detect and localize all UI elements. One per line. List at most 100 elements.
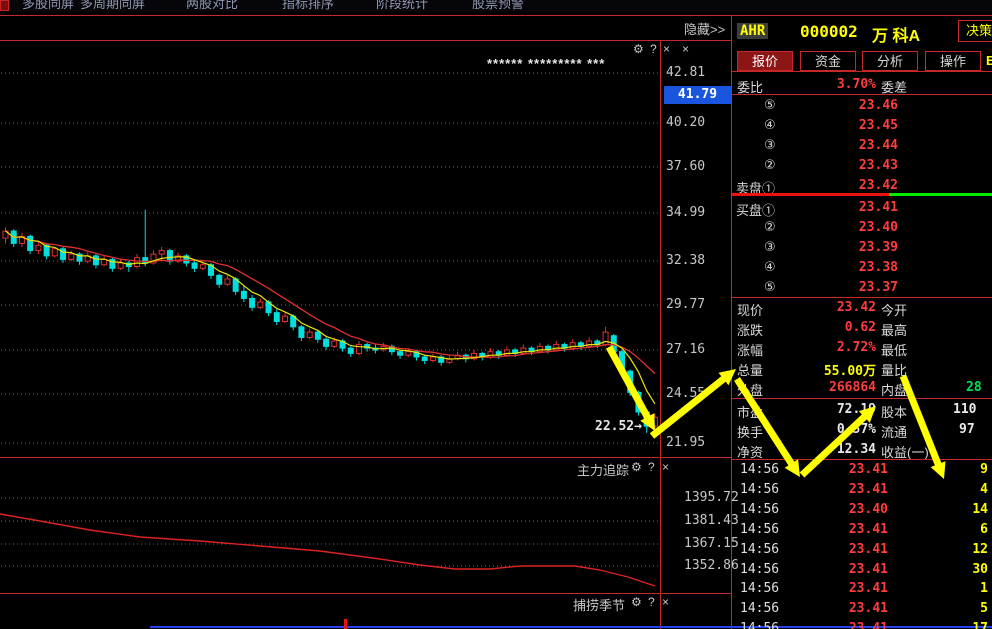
tick-time: 14:56	[740, 462, 779, 477]
bid-label: 买盘①	[736, 200, 775, 219]
stat-label2: 股本	[881, 402, 907, 421]
price-axis-label: 42.81	[666, 65, 705, 80]
divider	[0, 40, 731, 41]
divider	[732, 94, 992, 95]
tracker-axis-label: 1381.43	[684, 513, 739, 528]
tab-4[interactable]: 操作	[925, 51, 981, 71]
ask-price: 23.44	[820, 138, 898, 153]
divider	[732, 297, 992, 298]
price-axis-label: 32.38	[666, 253, 705, 268]
tracker-axis-label: 1395.72	[684, 490, 739, 505]
stat-label2: 流通	[881, 422, 907, 441]
tab-partial[interactable]: E	[986, 53, 992, 68]
help-icon[interactable]: ?	[648, 460, 655, 474]
bid-level-num: ②	[764, 220, 776, 235]
bid-price: 23.41	[820, 200, 898, 215]
menu-item[interactable]: 指标排序	[282, 0, 334, 11]
ask-price: 23.45	[820, 118, 898, 133]
menu-item[interactable]: 多股同屏	[22, 0, 74, 11]
tracker-axis-label: 1367.15	[684, 536, 739, 551]
gear-icon[interactable]: ⚙	[633, 42, 644, 56]
price-axis-label: 27.16	[666, 342, 705, 357]
tracker-panel-title: 主力追踪	[577, 460, 629, 479]
ask-price: 23.43	[820, 158, 898, 173]
bid-level-num: ④	[764, 260, 776, 275]
tab-1[interactable]: 报价	[737, 51, 793, 71]
stat-label2: 内盘	[881, 380, 907, 399]
window-corner-icon	[0, 0, 9, 11]
stat-value: 12.34	[790, 442, 876, 457]
stat-label: 总量	[737, 360, 763, 379]
gear-icon[interactable]: ⚙	[631, 460, 642, 474]
bid-level-num: ③	[764, 240, 776, 255]
price-badge: 41.79	[664, 86, 731, 104]
divider	[732, 398, 992, 399]
tick-time: 14:56	[740, 542, 779, 557]
divider	[732, 459, 992, 460]
ask-level-num: ③	[764, 138, 776, 153]
tick-volume: 5	[940, 601, 988, 616]
menu-bar: 多股同屏多周期同屏 两股对比 指标排序 阶段统计 股票预警	[0, 0, 992, 11]
price-axis-label: 40.20	[666, 115, 705, 130]
weibi-value: 3.70%	[790, 77, 876, 92]
menu-item[interactable]: 多周期同屏	[80, 0, 145, 11]
ask-price: 23.46	[820, 98, 898, 113]
stat-label2: 最低	[881, 340, 907, 359]
stat-value: 72.19	[790, 402, 876, 417]
sell-ratio-bar	[732, 193, 889, 196]
stat-value: 266864	[790, 380, 876, 395]
axis-close-icon[interactable]: ×	[682, 42, 689, 56]
stock-name: 万 科A	[872, 22, 920, 46]
bid-price: 23.37	[820, 280, 898, 295]
stat-value2: 28	[966, 380, 982, 395]
divider	[0, 593, 731, 594]
tick-volume: 4	[940, 482, 988, 497]
tick-time: 14:56	[740, 601, 779, 616]
divider	[0, 457, 731, 458]
stat-value: 23.42	[790, 300, 876, 315]
menu-item[interactable]: 两股对比	[186, 0, 238, 11]
stat-value: 0.57%	[790, 422, 876, 437]
menu-item[interactable]: 股票预警	[472, 0, 524, 11]
ask-price: 23.42	[820, 178, 898, 193]
close-icon[interactable]: ×	[662, 595, 669, 609]
price-axis-label: 24.55	[666, 386, 705, 401]
close-icon[interactable]: ×	[662, 460, 669, 474]
low-price-annotation: 22.52→	[595, 419, 642, 434]
buy-ratio-bar	[889, 193, 992, 196]
close-icon[interactable]: ×	[663, 42, 670, 56]
price-axis-label: 34.99	[666, 205, 705, 220]
tick-price: 23.40	[840, 502, 888, 517]
price-axis-label: 29.77	[666, 297, 705, 312]
tracker-axis-label: 1352.86	[684, 558, 739, 573]
tick-price: 23.41	[840, 601, 888, 616]
gear-icon[interactable]: ⚙	[631, 595, 642, 609]
price-axis-label: 21.95	[666, 435, 705, 450]
tick-time: 14:56	[740, 482, 779, 497]
decision-button[interactable]: 决策	[958, 20, 992, 42]
tick-price: 23.41	[840, 482, 888, 497]
bid-level-num: ⑤	[764, 280, 776, 295]
stat-value2: 97	[959, 422, 975, 437]
stat-label2: 今开	[881, 300, 907, 319]
divider	[660, 40, 661, 629]
trading-app-window: 多股同屏多周期同屏两股对比指标排序阶段统计股票预警 隐藏>> ⚙ ? × × *…	[0, 0, 992, 629]
tick-volume: 17	[940, 621, 988, 629]
stat-label: 换手	[737, 422, 763, 441]
tab-2[interactable]: 资金	[800, 51, 856, 71]
bid-price: 23.39	[820, 240, 898, 255]
tick-volume: 6	[940, 522, 988, 537]
stat-label: 现价	[737, 300, 763, 319]
stat-label: 涨幅	[737, 340, 763, 359]
help-icon[interactable]: ?	[648, 595, 655, 609]
stat-value2: 110	[953, 402, 976, 417]
menu-item[interactable]: 阶段统计	[376, 0, 428, 11]
stat-label: 市盈	[737, 402, 763, 421]
stat-label2: 量比	[881, 360, 907, 379]
tick-volume: 9	[940, 462, 988, 477]
hide-panel-button[interactable]: 隐藏>>	[684, 19, 725, 38]
tab-3[interactable]: 分析	[862, 51, 918, 71]
help-icon[interactable]: ?	[650, 42, 657, 56]
tick-volume: 1	[940, 581, 988, 596]
stat-value: 55.00万	[790, 360, 876, 379]
